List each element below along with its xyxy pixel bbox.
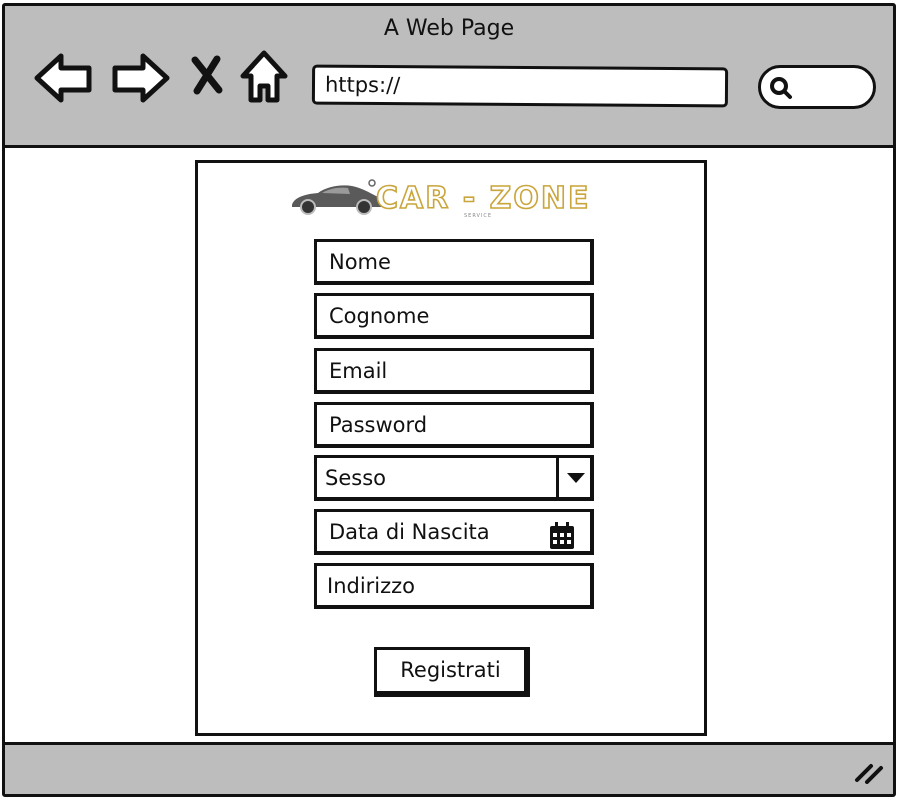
home-icon[interactable] — [239, 48, 289, 106]
car-logo-icon — [292, 179, 384, 215]
email-input[interactable]: Email — [314, 348, 594, 394]
search-box[interactable] — [758, 65, 876, 109]
data-nascita-placeholder: Data di Nascita — [329, 520, 490, 544]
password-input[interactable]: Password — [314, 402, 594, 448]
calendar-icon[interactable] — [548, 521, 576, 551]
close-icon[interactable] — [189, 54, 225, 96]
registrati-button[interactable]: Registrati — [374, 647, 530, 697]
sesso-placeholder: Sesso — [325, 466, 386, 490]
nome-placeholder: Nome — [329, 250, 391, 274]
indirizzo-input[interactable]: Indirizzo — [314, 563, 594, 609]
browser-window: A Web Page https:// CAR - ZONE SERVICE N… — [2, 3, 896, 797]
resize-grip-icon[interactable] — [853, 760, 885, 784]
cognome-placeholder: Cognome — [329, 304, 430, 328]
logo: CAR - ZONE SERVICE — [288, 175, 618, 223]
nome-input[interactable]: Nome — [314, 239, 594, 285]
registration-panel: CAR - ZONE SERVICE Nome Cognome Email Pa… — [195, 160, 707, 736]
browser-footer — [5, 742, 893, 794]
password-placeholder: Password — [329, 413, 428, 437]
sesso-select[interactable]: Sesso — [314, 455, 594, 501]
chevron-down-icon[interactable] — [556, 458, 590, 497]
browser-chrome: A Web Page https:// — [5, 6, 893, 148]
arrow-left-icon[interactable] — [33, 52, 95, 104]
email-placeholder: Email — [329, 359, 388, 383]
indirizzo-placeholder: Indirizzo — [327, 574, 416, 598]
arrow-right-icon[interactable] — [109, 52, 171, 104]
window-title: A Web Page — [383, 16, 515, 41]
logo-subtext: SERVICE — [464, 213, 493, 219]
cognome-input[interactable]: Cognome — [314, 293, 594, 339]
data-nascita-input[interactable]: Data di Nascita — [314, 509, 594, 555]
url-bar[interactable]: https:// — [311, 64, 729, 108]
logo-text: CAR - ZONE — [375, 180, 591, 217]
search-icon — [770, 77, 792, 99]
